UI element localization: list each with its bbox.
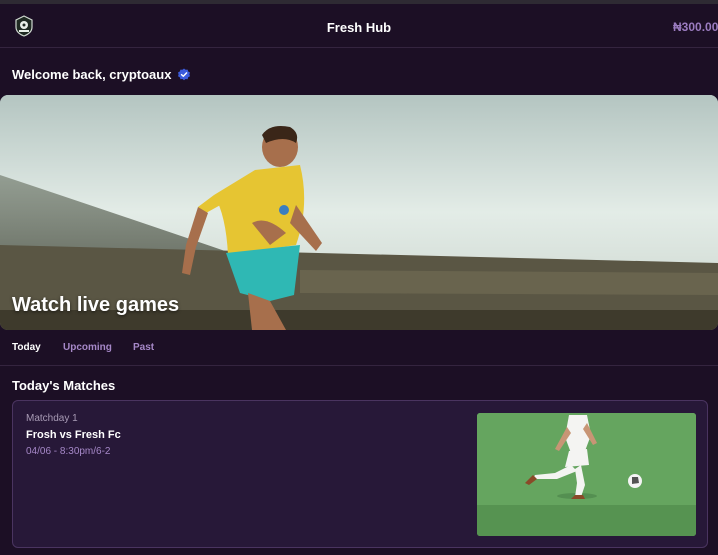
match-card[interactable]: Matchday 1 Frosh vs Fresh Fc 04/06 - 8:3…	[12, 400, 708, 548]
welcome-text: Welcome back, cryptoaux	[12, 67, 172, 82]
tab-today[interactable]: Today	[12, 342, 41, 353]
match-thumbnail[interactable]	[477, 413, 696, 536]
app-title: Fresh Hub	[326, 20, 392, 35]
match-tabs: Today Upcoming Past	[0, 332, 718, 366]
match-teams: Frosh vs Fresh Fc	[26, 429, 121, 441]
tab-past[interactable]: Past	[133, 342, 154, 353]
wallet-balance[interactable]: ₦300.00	[673, 20, 718, 34]
match-matchday: Matchday 1	[26, 413, 78, 424]
verified-check-icon	[177, 68, 191, 82]
hero-banner[interactable]: Watch live games	[0, 95, 718, 330]
section-title: Today's Matches	[12, 378, 116, 393]
app-header: Fresh Hub ₦300.00	[0, 4, 718, 48]
soccer-player-thumbnail-illustration	[477, 413, 696, 536]
match-datetime: 04/06 - 8:30pm/6-2	[26, 446, 111, 457]
tab-upcoming[interactable]: Upcoming	[63, 342, 112, 353]
hero-caption: Watch live games	[12, 294, 180, 316]
welcome-message: Welcome back, cryptoaux	[12, 67, 191, 82]
